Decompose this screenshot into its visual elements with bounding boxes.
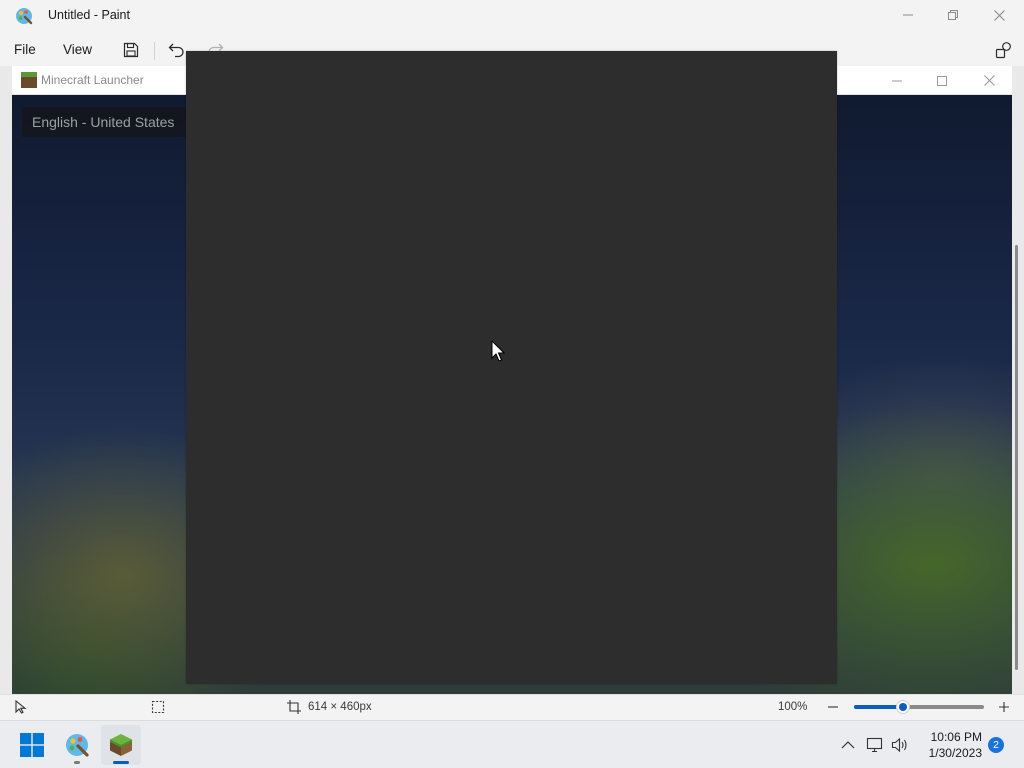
launcher-minimize: [874, 66, 920, 95]
window-title: Untitled - Paint: [48, 8, 130, 22]
volume-icon: [891, 737, 907, 753]
launcher-close: [966, 66, 1012, 95]
launcher-title: Minecraft Launcher: [41, 73, 144, 87]
launcher-maximize: [919, 66, 965, 95]
selection-size: [150, 699, 166, 715]
save-button[interactable]: [121, 40, 141, 60]
paint-title-bar: Untitled - Paint: [0, 0, 1024, 32]
clock-date: 1/30/2023: [928, 746, 982, 760]
taskbar-minecraft-launcher[interactable]: [101, 725, 141, 765]
start-button[interactable]: [12, 725, 52, 765]
taskbar-paint[interactable]: [57, 725, 97, 765]
selection-icon: [151, 700, 165, 714]
scrollbar-thumb[interactable]: [1015, 245, 1018, 670]
pointer-icon: [15, 700, 27, 714]
minimize-icon: [892, 80, 902, 81]
windows-start-icon: [20, 733, 44, 757]
maximize-icon: [948, 10, 958, 20]
minimize-icon: [903, 14, 913, 16]
status-bar: 614 × 460px 100%: [0, 694, 1024, 720]
minimize-button[interactable]: [885, 0, 931, 30]
restore-button[interactable]: [930, 0, 976, 30]
mouse-cursor-icon: [491, 339, 506, 362]
close-button[interactable]: [976, 0, 1022, 30]
drawing-canvas[interactable]: [186, 51, 837, 684]
zoom-out-button[interactable]: [825, 699, 841, 715]
language-selector: English - United States: [22, 107, 192, 137]
close-icon: [983, 75, 995, 86]
network-display-button[interactable]: [866, 736, 884, 754]
pointer-position: [13, 699, 29, 715]
clock-time: 10:06 PM: [930, 730, 982, 744]
paint-app-icon: [66, 734, 89, 757]
zoom-percentage[interactable]: 100%: [778, 701, 807, 713]
minecraft-icon: [21, 72, 37, 88]
zoom-out-icon: [828, 706, 838, 708]
show-hidden-icons-button[interactable]: [839, 736, 857, 754]
canvas-size-value: 614 × 460px: [308, 701, 372, 713]
zoom-in-button[interactable]: [996, 699, 1012, 715]
close-icon: [993, 9, 1005, 21]
minecraft-icon: [110, 734, 132, 756]
canvas-size: [286, 699, 302, 715]
settings-button[interactable]: [994, 40, 1014, 60]
notification-badge[interactable]: 2: [988, 737, 1004, 753]
running-indicator: [74, 761, 80, 764]
zoom-slider[interactable]: [854, 700, 984, 714]
menu-file[interactable]: File: [14, 42, 36, 57]
zoom-slider-thumb[interactable]: [896, 700, 910, 714]
chevron-up-icon: [841, 741, 855, 749]
display-icon: [866, 737, 883, 753]
zoom-in-icon: [999, 702, 1009, 712]
undo-button[interactable]: [166, 40, 186, 60]
undo-icon: [168, 43, 184, 58]
maximize-icon: [937, 75, 947, 86]
canvas-size-icon: [287, 700, 301, 714]
system-clock[interactable]: 10:06 PM 1/30/2023: [918, 729, 982, 761]
settings-icon: [995, 42, 1011, 59]
paint-app-icon: [15, 7, 33, 25]
save-icon: [123, 42, 139, 58]
taskbar: 10:06 PM 1/30/2023 2: [0, 720, 1024, 768]
volume-button[interactable]: [891, 736, 909, 754]
active-indicator: [113, 761, 129, 764]
menu-separator: [154, 42, 155, 60]
menu-view[interactable]: View: [63, 42, 92, 57]
